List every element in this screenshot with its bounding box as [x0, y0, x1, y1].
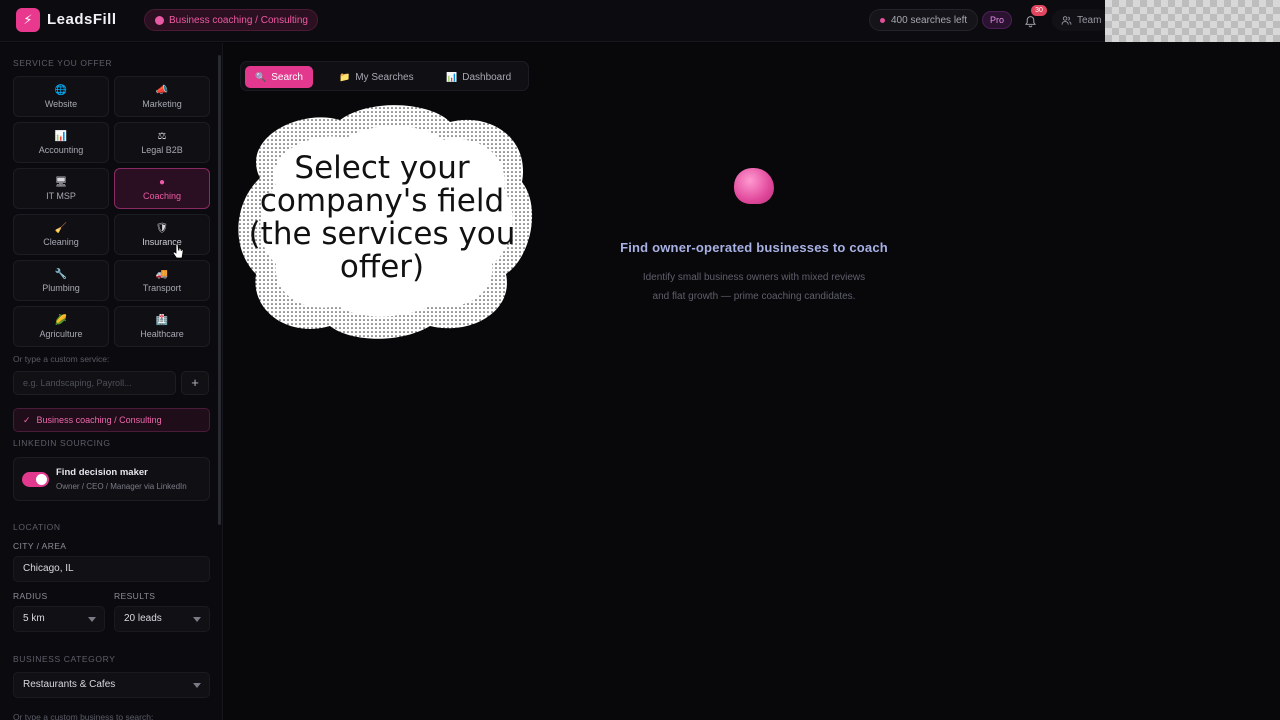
service-card-label: Coaching	[142, 190, 182, 201]
scales-icon: ⚖	[157, 130, 167, 142]
selected-service-chip-label: Business coaching / Consulting	[169, 14, 308, 26]
status-dot-icon	[880, 17, 885, 23]
plan-badge: Pro	[982, 11, 1013, 29]
linkedin-subtitle: Owner / CEO / Manager via LinkedIn	[56, 482, 187, 491]
shield-icon: 🛡	[155, 222, 169, 234]
selected-service-tag-label: Business coaching / Consulting	[36, 415, 162, 425]
corn-icon: 🌽	[54, 314, 68, 326]
service-card-label: Accounting	[38, 144, 84, 155]
chevron-down-icon	[88, 617, 96, 622]
chevron-down-icon	[193, 683, 201, 688]
team-button[interactable]: Team	[1052, 9, 1111, 31]
custom-service-input[interactable]	[13, 371, 176, 395]
service-card-insurance[interactable]: 🛡 Insurance	[114, 214, 210, 255]
service-card-accounting[interactable]: 📊 Accounting	[13, 122, 109, 163]
find-decision-maker-toggle[interactable]	[22, 472, 49, 487]
computer-icon: 🖥	[54, 176, 68, 188]
service-card-agriculture[interactable]: 🌽 Agriculture	[13, 306, 109, 347]
service-card-healthcare[interactable]: 🏥 Healthcare	[114, 306, 210, 347]
radius-select[interactable]: 5 km	[13, 606, 105, 632]
service-card-label: Website	[44, 98, 78, 109]
toggle-knob	[36, 474, 47, 485]
broom-icon: 🧹	[54, 222, 68, 234]
sidebar-scrollbar[interactable]	[218, 55, 221, 525]
tab-dashboard[interactable]: 📊 Dashboard	[436, 66, 521, 88]
megaphone-icon: 📣	[155, 84, 169, 96]
tab-my-searches[interactable]: 📁 My Searches	[329, 66, 424, 88]
radius-value: 5 km	[23, 613, 45, 624]
service-card-label: Transport	[142, 282, 182, 293]
service-card-transport[interactable]: 🚚 Transport	[114, 260, 210, 301]
city-input[interactable]: Chicago, IL	[13, 556, 210, 582]
redacted-user-area	[1105, 0, 1280, 42]
mouse-cursor-icon	[172, 243, 184, 259]
check-icon: ✓	[23, 414, 31, 425]
category-select[interactable]: Restaurants & Cafes	[13, 672, 210, 698]
service-card-plumbing[interactable]: 🔧 Plumbing	[13, 260, 109, 301]
top-bar: ⚡ LeadsFill Business coaching / Consulti…	[0, 0, 1280, 42]
empty-state: Find owner-operated businesses to coach …	[560, 168, 948, 306]
service-card-label: Cleaning	[43, 236, 79, 247]
logo-icon[interactable]: ⚡	[16, 8, 40, 32]
notifications-count-badge: 30	[1031, 5, 1047, 16]
searches-left-label: 400 searches left	[891, 14, 968, 26]
brain-icon	[155, 15, 164, 25]
linkedin-sourcing-card: Find decision maker Owner / CEO / Manage…	[13, 457, 210, 501]
search-icon: 🔍	[255, 71, 267, 82]
radius-label: RADIUS	[13, 591, 48, 601]
tab-label: Dashboard	[462, 71, 512, 83]
custom-service-hint: Or type a custom service:	[13, 354, 110, 364]
tab-search[interactable]: 🔍 Search	[245, 66, 313, 88]
globe-icon: 🌐	[54, 84, 68, 96]
team-button-label: Team	[1077, 14, 1102, 26]
service-card-cleaning[interactable]: 🧹 Cleaning	[13, 214, 109, 255]
empty-state-description: Identify small business owners with mixe…	[642, 272, 866, 302]
brain-icon: ●	[158, 176, 166, 188]
folder-icon: 📁	[339, 71, 351, 82]
medical-icon: 🏥	[155, 314, 169, 326]
linkedin-title: Find decision maker	[56, 467, 148, 478]
searches-left-badge: 400 searches left	[869, 9, 979, 31]
service-card-coaching[interactable]: ● Coaching	[114, 168, 210, 209]
service-card-label: Plumbing	[42, 282, 80, 293]
app-name[interactable]: LeadsFill	[47, 11, 117, 28]
users-icon	[1061, 15, 1072, 25]
tab-label: My Searches	[355, 71, 414, 83]
category-value: Restaurants & Cafes	[23, 679, 116, 690]
bell-icon	[1024, 15, 1036, 27]
location-section-label: LOCATION	[13, 522, 61, 532]
selected-service-tag[interactable]: ✓ Business coaching / Consulting	[13, 408, 210, 432]
truck-icon: 🚚	[155, 268, 169, 280]
service-card-website[interactable]: 🌐 Website	[13, 76, 109, 117]
city-label: CITY / AREA	[13, 541, 67, 551]
service-card-label: Agriculture	[39, 328, 83, 339]
service-card-legal-b2b[interactable]: ⚖ Legal B2B	[114, 122, 210, 163]
service-card-marketing[interactable]: 📣 Marketing	[114, 76, 210, 117]
service-section-label: SERVICE YOU OFFER	[13, 58, 113, 68]
category-hint: Or type a custom business to search:	[13, 712, 154, 720]
add-custom-service-button[interactable]: +	[181, 371, 209, 395]
results-value: 20 leads	[124, 613, 162, 624]
brain-icon	[734, 168, 774, 204]
results-select[interactable]: 20 leads	[114, 606, 210, 632]
service-card-label: Legal B2B	[141, 144, 183, 155]
results-label: RESULTS	[114, 591, 156, 601]
wrench-icon: 🔧	[54, 268, 68, 280]
service-card-label: Marketing	[142, 98, 182, 109]
tab-label: Search	[271, 71, 303, 83]
chart-icon: 📊	[54, 130, 68, 142]
selected-service-chip[interactable]: Business coaching / Consulting	[144, 9, 318, 31]
empty-state-title: Find owner-operated businesses to coach	[620, 240, 888, 255]
sidebar: SERVICE YOU OFFER 🌐 Website 📣 Marketing …	[0, 43, 223, 720]
tutorial-callout-text: Select your company's field (the service…	[248, 150, 516, 285]
service-card-it-msp[interactable]: 🖥 IT MSP	[13, 168, 109, 209]
service-card-label: Healthcare	[140, 328, 184, 339]
linkedin-section-label: LINKEDIN SOURCING	[13, 438, 111, 448]
main-tabs: 🔍 Search 📁 My Searches 📊 Dashboard	[240, 61, 529, 91]
category-section-label: BUSINESS CATEGORY	[13, 654, 116, 664]
dashboard-icon: 📊	[446, 71, 458, 82]
chevron-down-icon	[193, 617, 201, 622]
service-card-label: IT MSP	[46, 190, 76, 201]
